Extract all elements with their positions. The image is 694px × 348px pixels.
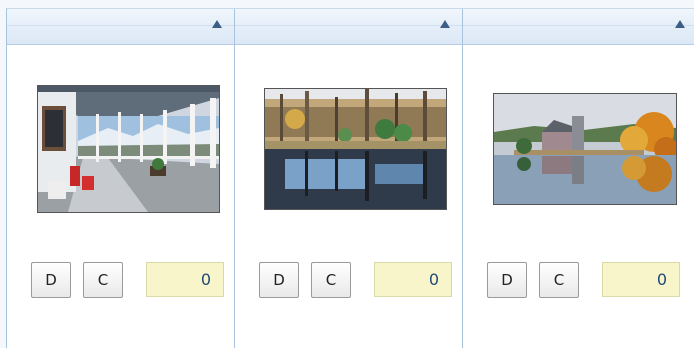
column-header-1[interactable] — [7, 9, 234, 45]
sort-ascending-icon[interactable] — [440, 20, 450, 28]
count-field-2[interactable]: 0 — [374, 262, 452, 297]
count-field-1[interactable]: 0 — [146, 262, 224, 297]
header-divider — [463, 25, 694, 26]
d-button-1[interactable]: D — [31, 262, 71, 298]
gallery-column-3: D C 0 — [463, 9, 694, 348]
sort-ascending-icon[interactable] — [675, 20, 685, 28]
photo-thumbnail-stone-chapel[interactable] — [493, 93, 677, 205]
count-field-3[interactable]: 0 — [602, 262, 680, 297]
sort-ascending-icon[interactable] — [212, 20, 222, 28]
gallery-column-1: D C 0 — [7, 9, 235, 348]
column-header-2[interactable] — [235, 9, 462, 45]
forest-pond-photo-image — [265, 89, 446, 209]
stone-chapel-photo-image — [494, 94, 676, 204]
d-button-3[interactable]: D — [487, 262, 527, 298]
header-divider — [7, 25, 234, 26]
gallery-grid: D C 0 D C 0 D C 0 — [6, 8, 694, 348]
column-header-3[interactable] — [463, 9, 694, 45]
gallery-column-2: D C 0 — [235, 9, 463, 348]
photo-thumbnail-porch[interactable] — [37, 85, 220, 213]
photo-thumbnail-forest-pond[interactable] — [264, 88, 447, 210]
c-button-2[interactable]: C — [311, 262, 351, 298]
porch-photo-image — [38, 86, 219, 212]
c-button-3[interactable]: C — [539, 262, 579, 298]
header-divider — [235, 25, 462, 26]
d-button-2[interactable]: D — [259, 262, 299, 298]
c-button-1[interactable]: C — [83, 262, 123, 298]
